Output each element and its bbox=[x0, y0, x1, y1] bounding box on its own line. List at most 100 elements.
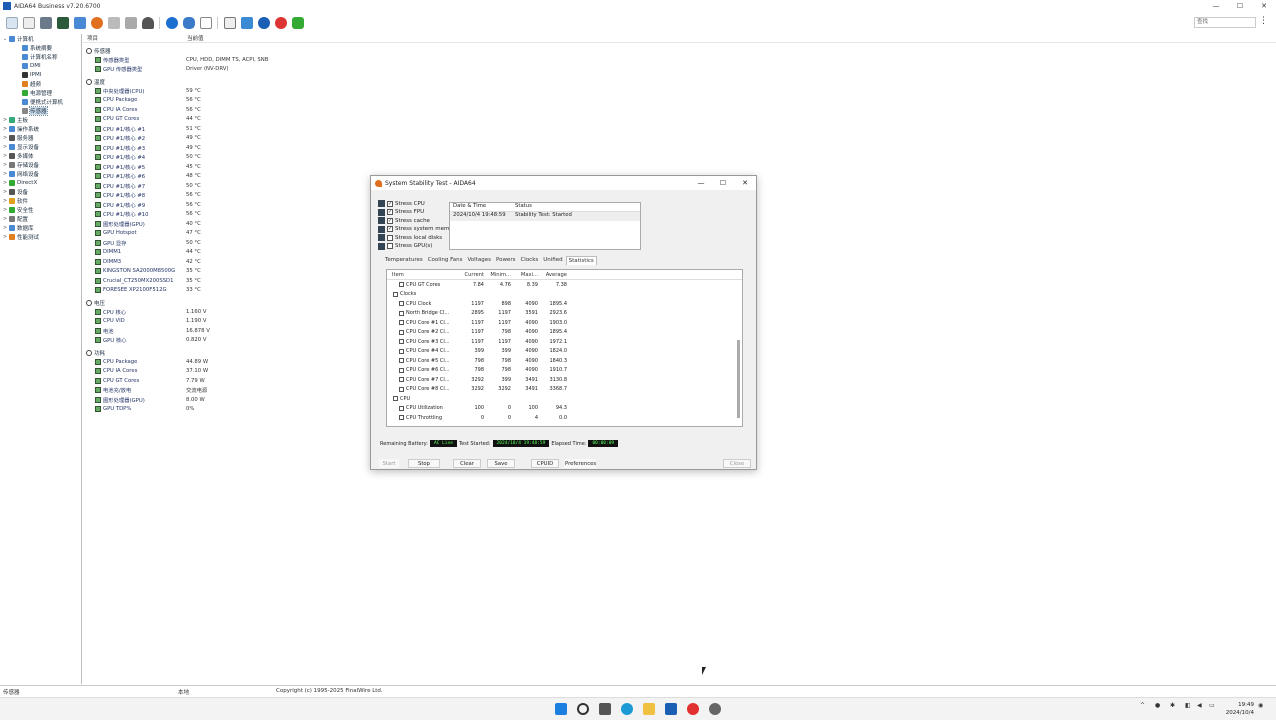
statistics-row[interactable]: CPU Core #8 Cl... 3292 3292 3491 3368.7 bbox=[387, 385, 742, 395]
tree-item[interactable]: > 配置 bbox=[0, 214, 81, 223]
dialog-tab[interactable]: Unified bbox=[541, 256, 564, 265]
settings-app-icon[interactable] bbox=[687, 703, 699, 715]
task-view-icon[interactable] bbox=[599, 703, 611, 715]
statistics-row[interactable]: CPU Clock 1197 898 4090 1895.4 bbox=[387, 299, 742, 309]
sensor-row[interactable]: CPU #1/核心 #1 51 °C bbox=[83, 124, 1276, 134]
tree-item[interactable]: > 软件 bbox=[0, 196, 81, 205]
statistics-row[interactable]: CPU Throttling 0 0 4 0.0 bbox=[387, 413, 742, 423]
tree-item[interactable]: > 安全性 bbox=[0, 205, 81, 214]
start-icon[interactable] bbox=[555, 703, 567, 715]
list-icon[interactable] bbox=[223, 17, 236, 29]
tray-battery-icon[interactable]: ▭ bbox=[1209, 702, 1215, 709]
tree-item[interactable]: 便携式计算机 bbox=[0, 97, 81, 106]
stop-button[interactable]: Stop bbox=[408, 459, 440, 468]
stress-checkbox[interactable]: ✓ bbox=[387, 200, 393, 207]
cpuid-button[interactable]: CPUID bbox=[531, 459, 559, 468]
sensor-row[interactable]: CPU IA Cores 56 °C bbox=[83, 105, 1276, 115]
statistics-row[interactable]: CPU Core #6 Cl... 798 798 4090 1910.7 bbox=[387, 366, 742, 376]
gear-icon[interactable] bbox=[709, 703, 721, 715]
tree-item[interactable]: > DirectX bbox=[0, 178, 81, 187]
edge-icon[interactable] bbox=[621, 703, 633, 715]
statistics-row[interactable]: CPU Core #7 Cl... 3292 399 3491 3130.8 bbox=[387, 375, 742, 385]
stress-option[interactable]: ✓ Stress cache bbox=[378, 217, 430, 224]
col-item-header[interactable]: 项目 bbox=[83, 34, 183, 42]
stress-checkbox[interactable] bbox=[387, 234, 393, 241]
stability-fire-icon[interactable] bbox=[90, 17, 103, 29]
stress-option[interactable]: ✓ Stress FPU bbox=[378, 208, 424, 216]
stress-checkbox[interactable]: ✓ bbox=[387, 209, 393, 215]
statistics-column-header[interactable]: Average bbox=[538, 270, 567, 279]
stress-checkbox[interactable]: ✓ bbox=[387, 226, 393, 232]
statistics-scrollbar[interactable] bbox=[737, 340, 740, 418]
statistics-row[interactable]: CPU Core #1 Cl... 1197 1197 4090 1903.0 bbox=[387, 318, 742, 328]
user-icon[interactable] bbox=[141, 17, 154, 29]
memory-icon[interactable] bbox=[107, 17, 120, 29]
dialog-tab[interactable]: Temperatures bbox=[383, 256, 425, 265]
notification-icon[interactable]: ◉ bbox=[1258, 702, 1263, 709]
tree-item[interactable]: > 操作系统 bbox=[0, 124, 81, 133]
start-button[interactable]: Start bbox=[379, 459, 399, 468]
dialog-tab[interactable]: Powers bbox=[494, 256, 518, 265]
tree-item[interactable]: > 设备 bbox=[0, 187, 81, 196]
tree-item[interactable]: ⌄ 计算机 bbox=[0, 34, 81, 43]
tray-bluetooth-icon[interactable]: ✱ bbox=[1170, 702, 1175, 709]
tree-item[interactable]: > 显示设备 bbox=[0, 142, 81, 151]
statistics-row[interactable]: North Bridge Cl... 2895 1197 3591 2923.6 bbox=[387, 309, 742, 319]
tree-item[interactable]: IPMI bbox=[0, 70, 81, 79]
sensor-row[interactable]: CPU GT Cores 44 °C bbox=[83, 115, 1276, 125]
statistics-column-header[interactable]: Minim... bbox=[484, 270, 511, 279]
tray-chevron-icon[interactable]: ^ bbox=[1140, 702, 1145, 709]
database-icon[interactable] bbox=[182, 17, 195, 29]
clear-button[interactable]: Clear bbox=[453, 459, 481, 468]
sensor-row[interactable]: 传感器类型 CPU, HDD, DIMM TS, ACPI, SNB bbox=[83, 55, 1276, 65]
sensor-row[interactable]: CPU #1/核心 #5 45 °C bbox=[83, 162, 1276, 172]
disk-icon[interactable] bbox=[124, 17, 137, 29]
tree-item[interactable]: 电源管理 bbox=[0, 88, 81, 97]
statistics-row[interactable]: CPU bbox=[387, 394, 742, 404]
more-menu-icon[interactable]: ⋮ bbox=[1259, 16, 1268, 26]
sensor-row[interactable]: CPU Package 56 °C bbox=[83, 96, 1276, 106]
sensor-row[interactable]: CPU #1/核心 #3 49 °C bbox=[83, 143, 1276, 153]
dialog-tab[interactable]: Clocks bbox=[518, 256, 540, 265]
statistics-row[interactable]: Clocks bbox=[387, 290, 742, 300]
statistics-row[interactable]: CPU Core #4 Cl... 399 399 4090 1824.0 bbox=[387, 347, 742, 357]
sensor-row[interactable]: CPU #1/核心 #4 50 °C bbox=[83, 153, 1276, 163]
report-icon[interactable] bbox=[22, 17, 35, 29]
tree-item[interactable]: > 存储设备 bbox=[0, 160, 81, 169]
tray-mic-icon[interactable]: ● bbox=[1155, 702, 1160, 709]
download-icon[interactable] bbox=[240, 17, 253, 29]
statistics-column-header[interactable]: Current bbox=[457, 270, 484, 279]
tree-item[interactable]: 超频 bbox=[0, 79, 81, 88]
tree-item[interactable]: > 网络设备 bbox=[0, 169, 81, 178]
sensor-row[interactable]: 中央处理器(CPU) 59 °C bbox=[83, 86, 1276, 96]
monitor-icon[interactable] bbox=[56, 17, 69, 29]
dialog-close-button[interactable]: ✕ bbox=[734, 176, 756, 190]
search-icon[interactable] bbox=[577, 703, 589, 715]
minimize-button[interactable]: — bbox=[1204, 0, 1228, 12]
tray-volume-icon[interactable]: ◀ bbox=[1197, 702, 1202, 709]
tree-item[interactable]: 计算机名称 bbox=[0, 52, 81, 61]
tree-item[interactable]: > 主板 bbox=[0, 115, 81, 124]
help-icon[interactable] bbox=[274, 17, 287, 29]
stress-option[interactable]: Stress GPU(s) bbox=[378, 242, 432, 250]
dialog-minimize-button[interactable]: — bbox=[690, 176, 712, 190]
close-button[interactable]: ✕ bbox=[1252, 0, 1276, 12]
dialog-tab[interactable]: Cooling Fans bbox=[426, 256, 465, 265]
maximize-button[interactable]: ☐ bbox=[1228, 0, 1252, 12]
stress-option[interactable]: ✓ Stress CPU bbox=[378, 200, 425, 207]
save-button[interactable]: Save bbox=[487, 459, 515, 468]
benchmark-icon[interactable] bbox=[199, 17, 212, 29]
statistics-row[interactable]: CPU Core #5 Cl... 798 798 4090 1840.3 bbox=[387, 356, 742, 366]
tree-item[interactable]: > 服务器 bbox=[0, 133, 81, 142]
col-value-header[interactable]: 当前值 bbox=[183, 34, 204, 42]
tray-network-icon[interactable]: ◧ bbox=[1185, 702, 1191, 709]
statistics-row[interactable]: CPU GT Cores 7.84 4.76 8.39 7.38 bbox=[387, 280, 742, 290]
info-icon[interactable] bbox=[257, 17, 270, 29]
sensor-row[interactable]: CPU #1/核心 #2 49 °C bbox=[83, 134, 1276, 144]
statistics-row[interactable]: CPU Core #2 Cl... 1197 798 4090 1895.4 bbox=[387, 328, 742, 338]
tree-item[interactable]: 传感器 bbox=[0, 105, 81, 116]
stress-option[interactable]: Stress local disks bbox=[378, 234, 442, 241]
stress-option[interactable]: ✓ Stress system memory bbox=[378, 225, 458, 233]
aida64-taskbar-icon[interactable] bbox=[665, 703, 677, 715]
file-explorer-icon[interactable] bbox=[643, 703, 655, 715]
